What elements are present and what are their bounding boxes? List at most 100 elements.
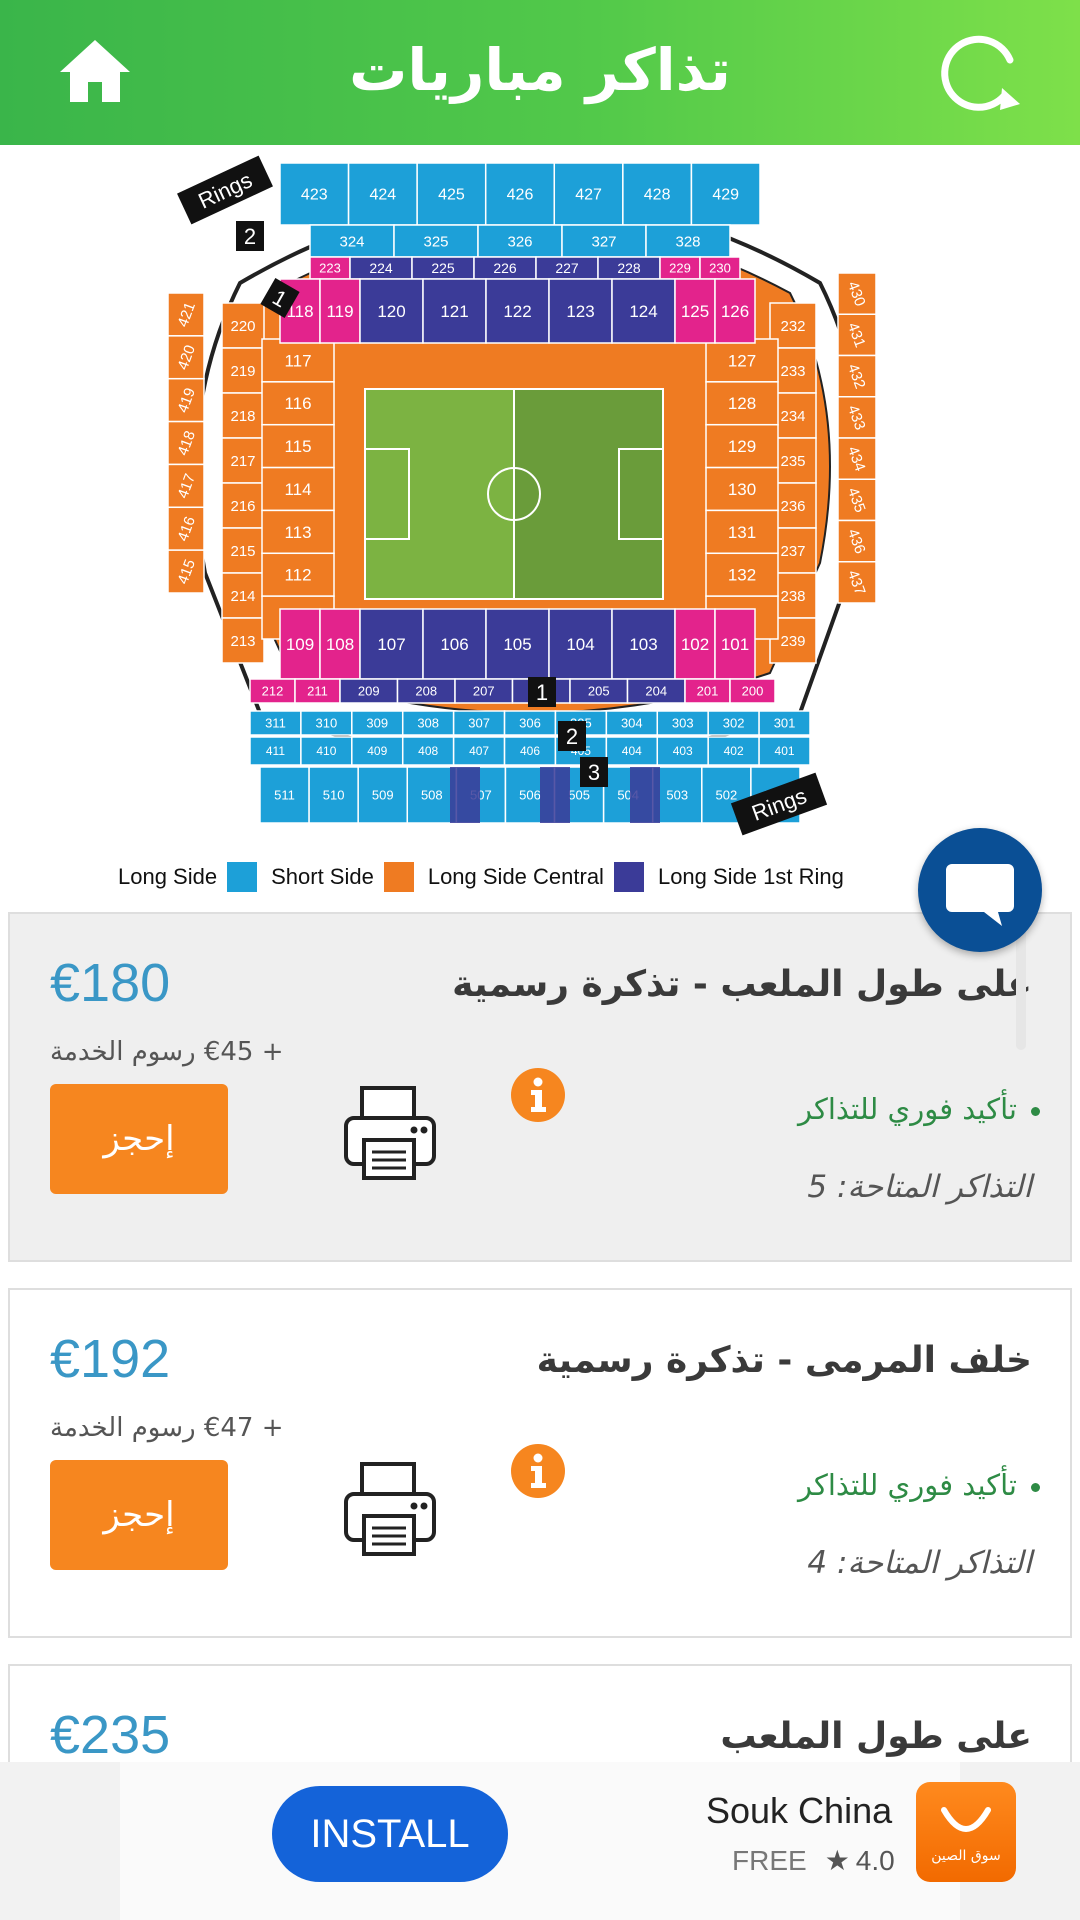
section-label[interactable]: 233: [780, 363, 805, 380]
section-label[interactable]: 511: [274, 788, 295, 803]
section-label[interactable]: 127: [728, 351, 756, 370]
section-label[interactable]: 109: [286, 635, 314, 654]
section-label[interactable]: 200: [742, 684, 764, 699]
section-label[interactable]: 211: [307, 684, 328, 699]
section-label[interactable]: 407: [469, 744, 489, 758]
section-label[interactable]: 304: [621, 716, 643, 731]
section-label[interactable]: 232: [780, 318, 805, 335]
ticket-card[interactable]: €192 + €47 رسوم الخدمة إحجز خلف المرمى -…: [8, 1288, 1072, 1638]
section-central-block[interactable]: [540, 767, 570, 823]
section-label[interactable]: 213: [230, 633, 255, 650]
section-label[interactable]: 426: [507, 187, 534, 204]
section-label[interactable]: 402: [724, 744, 744, 758]
section-label[interactable]: 411: [266, 744, 285, 758]
ad-banner[interactable]: INSTALL Souk China FREE ★ 4.0 سوق الصين: [0, 1762, 1080, 1920]
section-label[interactable]: 106: [440, 635, 468, 654]
section-label[interactable]: 510: [323, 788, 345, 803]
section-label[interactable]: 113: [284, 523, 311, 542]
section-label[interactable]: 308: [417, 716, 439, 731]
section-label[interactable]: 229: [669, 261, 691, 276]
section-label[interactable]: 327: [591, 233, 616, 250]
section-label[interactable]: 117: [284, 351, 311, 370]
section-label[interactable]: 105: [503, 635, 531, 654]
section-label[interactable]: 128: [728, 394, 756, 413]
section-label[interactable]: 326: [507, 233, 532, 250]
section-label[interactable]: 112: [284, 566, 311, 585]
section-label[interactable]: 219: [230, 363, 255, 380]
section-label[interactable]: 223: [319, 261, 341, 276]
ad-app-icon[interactable]: سوق الصين: [916, 1782, 1016, 1882]
section-label[interactable]: 215: [230, 543, 255, 560]
section-label[interactable]: 115: [284, 437, 311, 456]
section-label[interactable]: 204: [645, 684, 667, 699]
section-label[interactable]: 401: [775, 744, 795, 758]
section-label[interactable]: 120: [377, 302, 405, 321]
section-label[interactable]: 218: [230, 408, 255, 425]
section-label[interactable]: 309: [366, 716, 388, 731]
section-label[interactable]: 503: [666, 788, 688, 803]
section-label[interactable]: 217: [230, 453, 255, 470]
section-label[interactable]: 427: [575, 187, 602, 204]
section-label[interactable]: 230: [709, 261, 731, 276]
section-label[interactable]: 212: [262, 684, 284, 699]
section-label[interactable]: 208: [415, 684, 437, 699]
section-label[interactable]: 103: [629, 635, 657, 654]
info-icon[interactable]: [510, 1067, 566, 1123]
section-label[interactable]: 216: [230, 498, 255, 515]
section-label[interactable]: 107: [377, 635, 405, 654]
section-label[interactable]: 306: [519, 716, 541, 731]
section-label[interactable]: 505: [568, 788, 590, 803]
section-central-block[interactable]: [630, 767, 660, 823]
section-label[interactable]: 205: [588, 684, 610, 699]
section-label[interactable]: 104: [566, 635, 594, 654]
section-label[interactable]: 132: [728, 566, 756, 585]
section-label[interactable]: 214: [230, 588, 255, 605]
section-label[interactable]: 424: [370, 187, 397, 204]
section-label[interactable]: 227: [555, 260, 579, 276]
section-label[interactable]: 409: [367, 744, 387, 758]
section-label[interactable]: 425: [438, 187, 465, 204]
section-label[interactable]: 131: [728, 523, 756, 542]
section-label[interactable]: 311: [265, 716, 286, 731]
section-label[interactable]: 303: [672, 716, 694, 731]
section-label[interactable]: 234: [780, 408, 805, 425]
book-button[interactable]: إحجز: [50, 1084, 228, 1194]
section-label[interactable]: 403: [673, 744, 693, 758]
section-label[interactable]: 116: [284, 394, 311, 413]
section-label[interactable]: 328: [675, 233, 700, 250]
section-label[interactable]: 423: [301, 187, 328, 204]
book-button[interactable]: إحجز: [50, 1460, 228, 1570]
section-label[interactable]: 237: [780, 543, 805, 560]
section-label[interactable]: 125: [681, 302, 709, 321]
section-label[interactable]: 508: [421, 788, 443, 803]
section-label[interactable]: 408: [418, 744, 438, 758]
section-label[interactable]: 406: [520, 744, 540, 758]
ticket-card[interactable]: €180 + €45 رسوم الخدمة إحجز على طول المل…: [8, 912, 1072, 1262]
section-label[interactable]: 238: [780, 588, 805, 605]
section-label[interactable]: 102: [681, 635, 709, 654]
stadium-seating-chart[interactable]: 4214204194184174164154304314324334344354…: [150, 153, 910, 853]
section-label[interactable]: 224: [369, 260, 393, 276]
section-label[interactable]: 324: [339, 233, 364, 250]
section-label[interactable]: 121: [440, 302, 468, 321]
home-icon[interactable]: [58, 38, 132, 104]
section-label[interactable]: 207: [473, 684, 495, 699]
section-label[interactable]: 220: [230, 318, 255, 335]
section-label[interactable]: 225: [431, 260, 455, 276]
section-label[interactable]: 236: [780, 498, 805, 515]
chat-button[interactable]: [918, 828, 1042, 952]
section-label[interactable]: 228: [617, 260, 641, 276]
section-label[interactable]: 201: [697, 684, 719, 699]
section-central-block[interactable]: [450, 767, 480, 823]
section-label[interactable]: 123: [566, 302, 594, 321]
section-label[interactable]: 301: [774, 716, 796, 731]
section-label[interactable]: 124: [629, 302, 657, 321]
section-label[interactable]: 209: [358, 684, 380, 699]
section-label[interactable]: 509: [372, 788, 394, 803]
section-label[interactable]: 226: [493, 260, 517, 276]
install-button[interactable]: INSTALL: [272, 1786, 508, 1882]
section-label[interactable]: 410: [316, 744, 336, 758]
section-label[interactable]: 122: [503, 302, 531, 321]
section-label[interactable]: 325: [423, 233, 448, 250]
section-label[interactable]: 307: [468, 716, 490, 731]
